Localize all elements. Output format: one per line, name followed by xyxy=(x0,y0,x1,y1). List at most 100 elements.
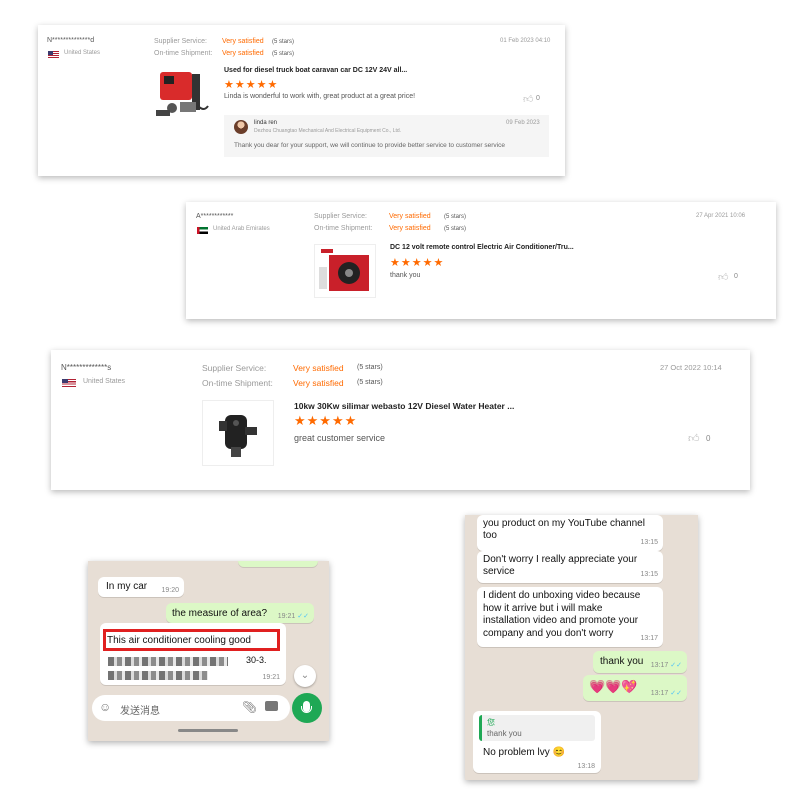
message-time: 13:15 xyxy=(640,571,658,578)
like-icon[interactable]: 👍︎ xyxy=(688,432,700,445)
message-text: the measure of area? xyxy=(172,608,268,619)
shipment-label: On-time Shipment: xyxy=(202,378,273,388)
uae-flag-icon xyxy=(197,227,208,234)
shipment-value: Very satisfied xyxy=(222,50,264,57)
like-count: 0 xyxy=(734,273,738,280)
reply-author: linda ren xyxy=(254,120,278,126)
chat-screenshot-right: you product on my YouTube channel too 13… xyxy=(465,515,698,780)
product-title[interactable]: 10kw 30Kw silimar webasto 12V Diesel Wat… xyxy=(294,401,514,411)
reply-text: Thank you dear for your support, we will… xyxy=(234,142,505,149)
message-time: 13:17 ✓✓ xyxy=(650,662,682,669)
product-thumbnail-heater[interactable] xyxy=(154,66,212,120)
shipment-value: Very satisfied xyxy=(389,225,431,232)
quoted-message: 您 thank you xyxy=(479,715,595,741)
chat-message: In my car 19:20 xyxy=(98,577,184,597)
rating-stars: ★★★★★ xyxy=(224,79,279,91)
message-time: 13:18 xyxy=(577,763,595,770)
product-title[interactable]: DC 12 volt remote control Electric Air C… xyxy=(390,244,574,251)
message-text: In my car xyxy=(106,581,148,592)
message-time: 19:21 ✓✓ xyxy=(277,613,309,620)
shipment-stars: (5 stars) xyxy=(272,51,295,57)
supplier-service-stars: (5 stars) xyxy=(357,364,383,371)
rating-stars: ★★★★★ xyxy=(390,257,445,269)
us-flag-icon xyxy=(62,379,76,387)
message-text: you product on my YouTube channel too xyxy=(483,518,645,541)
message-text: Don't worry I really appreciate your ser… xyxy=(483,554,638,577)
reviewer-name: N*************s xyxy=(61,363,112,372)
review-card-3: N*************s United States Supplier S… xyxy=(51,350,750,490)
supplier-service-label: Supplier Service: xyxy=(202,363,267,373)
chat-message: 💗💗💖 13:17 ✓✓ xyxy=(583,675,687,701)
home-indicator xyxy=(178,729,238,732)
reviewer-name: A************ xyxy=(196,213,234,220)
message-text: This air conditioner cooling good xyxy=(107,635,251,646)
shipment-value: Very satisfied xyxy=(293,378,344,388)
emoji-icon[interactable]: ☺ xyxy=(99,700,111,714)
chevron-down-icon: ⌄ xyxy=(300,670,310,681)
attach-icon[interactable]: 📎︎ xyxy=(242,700,257,714)
scroll-down-button[interactable]: ⌄ xyxy=(294,665,316,687)
chat-message: the measure of area? 19:21 ✓✓ xyxy=(166,603,314,623)
chat-message: 您 thank you No problem lvy 😊 13:18 xyxy=(473,711,601,773)
review-card-2: A************ United Arab Emirates Suppl… xyxy=(186,202,776,319)
chat-bubble-top xyxy=(238,561,318,567)
supplier-service-value: Very satisfied xyxy=(293,363,344,373)
message-input-bar[interactable]: ☺ 发送消息 📎︎ xyxy=(92,695,290,721)
message-input[interactable]: 发送消息 xyxy=(120,702,160,717)
quote-author: 您 xyxy=(487,718,495,727)
reviewer-country: United Arab Emirates xyxy=(213,226,270,232)
reviewer-country: United States xyxy=(64,50,101,56)
reviewer-name: N**************d xyxy=(47,37,95,44)
supplier-reply: linda ren Dezhou Chuangtao Mechanical An… xyxy=(224,115,549,157)
avatar xyxy=(234,120,248,134)
like-count: 0 xyxy=(536,95,540,102)
review-comment: Linda is wonderful to work with, great p… xyxy=(224,93,416,100)
reply-company: Dezhou Chuangtao Mechanical And Electric… xyxy=(254,128,402,134)
message-time: 13:15 xyxy=(640,539,658,546)
message-time: 13:17 xyxy=(640,634,658,642)
rating-stars: ★★★★★ xyxy=(294,413,358,428)
blurred-text xyxy=(108,671,208,680)
camera-icon[interactable] xyxy=(265,701,278,711)
us-flag-icon xyxy=(48,51,59,58)
supplier-service-value: Very satisfied xyxy=(222,38,264,45)
message-text: thank you xyxy=(600,656,644,667)
message-time: 19:21 xyxy=(262,674,280,681)
reply-date: 09 Feb 2023 xyxy=(506,120,540,126)
product-thumbnail-air-conditioner[interactable] xyxy=(314,244,376,298)
blurred-text xyxy=(108,657,228,666)
supplier-service-label: Supplier Service: xyxy=(314,213,367,220)
like-icon[interactable]: 👍︎ xyxy=(718,271,728,283)
like-count: 0 xyxy=(706,434,711,443)
message-text: I dident do unboxing video because how i… xyxy=(483,590,641,639)
review-date: 27 Apr 2021 10:06 xyxy=(696,213,746,219)
product-thumbnail-water-heater[interactable] xyxy=(202,400,274,466)
message-text: No problem lvy 😊 xyxy=(483,747,565,758)
chat-message: thank you 13:17 ✓✓ xyxy=(593,651,687,673)
reviewer-country: United States xyxy=(83,378,126,385)
send-voice-button[interactable] xyxy=(292,693,322,723)
shipment-label: On-time Shipment: xyxy=(314,225,373,232)
shipment-stars: (5 stars) xyxy=(357,379,383,386)
review-card-1: N**************d United States Supplier … xyxy=(38,25,565,176)
like-icon[interactable]: 👍︎ xyxy=(523,93,533,105)
review-date: 01 Feb 2023 04:10 xyxy=(500,38,551,44)
supplier-service-stars: (5 stars) xyxy=(444,214,467,220)
supplier-service-label: Supplier Service: xyxy=(154,38,207,45)
review-date: 27 Oct 2022 10:14 xyxy=(660,363,722,372)
chat-screenshot-left: In my car 19:20 the measure of area? 19:… xyxy=(88,561,329,741)
quote-text: thank you xyxy=(487,729,522,738)
chat-message: This air conditioner cooling good 30-3. … xyxy=(100,623,286,685)
shipment-label: On-time Shipment: xyxy=(154,50,213,57)
product-title[interactable]: Used for diesel truck boat caravan car D… xyxy=(224,67,407,74)
supplier-service-value: Very satisfied xyxy=(389,213,431,220)
message-text-tail: 30-3. xyxy=(246,655,267,665)
message-time: 13:17 ✓✓ xyxy=(650,690,682,697)
review-comment: thank you xyxy=(390,272,421,279)
chat-message: I dident do unboxing video because how i… xyxy=(477,587,663,647)
supplier-service-stars: (5 stars) xyxy=(272,39,295,45)
chat-message: you product on my YouTube channel too 13… xyxy=(477,515,663,551)
chat-message: Don't worry I really appreciate your ser… xyxy=(477,551,663,583)
message-text: 💗💗💖 xyxy=(589,679,638,694)
message-time: 19:20 xyxy=(161,587,179,594)
